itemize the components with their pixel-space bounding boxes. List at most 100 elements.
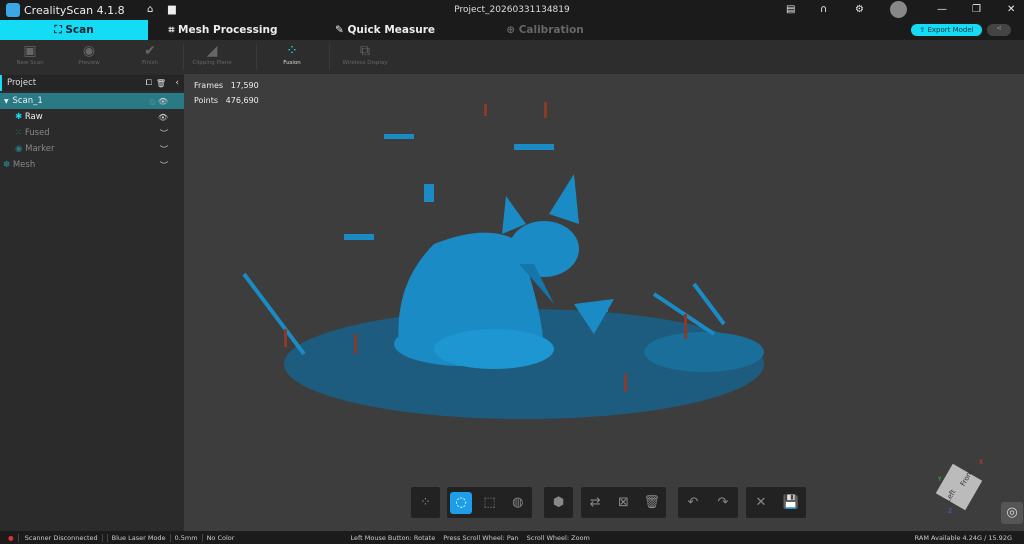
mesh-icon: ✽	[3, 160, 13, 170]
eye-icon[interactable]: 👁	[158, 113, 168, 122]
import-icon[interactable]: ⧠	[146, 78, 152, 88]
project-title: Project_20260331134819	[454, 5, 570, 15]
tree-item-fused[interactable]: ⁙ Fused ︶	[0, 125, 184, 141]
label: Fusion	[283, 60, 301, 66]
close-icon: ✕	[755, 495, 767, 510]
label: Preview	[78, 60, 100, 66]
share-icon: ⋖	[996, 24, 1002, 32]
plane-cut-button[interactable]: ⬢	[548, 492, 570, 514]
point-size-button[interactable]: ⁘	[415, 492, 437, 514]
label: Finish	[142, 60, 158, 66]
clipping-plane-button[interactable]: ◢ Clipping Plane	[182, 42, 242, 72]
invert-icon: ⇄	[589, 495, 601, 510]
wireless-display-button[interactable]: ⧉ Wireless Display	[335, 42, 395, 72]
play-icon[interactable]: ◎	[149, 97, 156, 106]
new-file-icon: ▣	[23, 43, 37, 59]
fusion-button[interactable]: ⁘ Fusion	[262, 42, 322, 72]
save-icon: 💾	[782, 495, 800, 510]
lasso-icon: ◌	[455, 495, 467, 510]
close-button[interactable]: ✕	[1007, 4, 1015, 15]
view-cube[interactable]: Front Left X Y Z	[935, 459, 984, 515]
project-header: Project ⧠ 🗑 ‹	[0, 75, 184, 91]
folder-icon[interactable]: ▆	[168, 4, 176, 15]
label: New Scan	[16, 60, 44, 66]
label: Wireless Display	[342, 60, 388, 66]
frames-value: 17,590	[230, 81, 259, 90]
plane-icon: ⬢	[552, 495, 565, 510]
target-icon: ⊕	[506, 24, 519, 36]
home-icon[interactable]: ⌂	[147, 4, 153, 15]
marker-icon: ◉	[15, 144, 26, 154]
z-axis-label: Z	[948, 508, 953, 515]
hint-pan: Press Scroll Wheel: Pan	[443, 533, 519, 542]
ruler-icon: ✎	[334, 24, 348, 36]
tree-item-scan-1[interactable]: ▼ Scan_1 ◎ 👁	[0, 93, 184, 109]
rect-select-button[interactable]: ⬚	[478, 492, 500, 514]
lasso-select-button[interactable]: ◌	[450, 491, 473, 514]
clear-icon: ⊠	[618, 495, 629, 510]
trash-icon[interactable]: 🗑	[156, 79, 166, 88]
invert-selection-button[interactable]: ⇄	[584, 492, 606, 514]
eraser-icon: ◢	[206, 43, 218, 59]
eye-icon[interactable]: 👁	[158, 97, 168, 106]
tab-calibration[interactable]: ⊕ Calibration	[470, 20, 620, 40]
tool-group-history: ↶ ↷	[678, 487, 738, 518]
eye-closed-icon[interactable]: ︶	[160, 144, 168, 155]
project-sidebar: Project ⧠ 🗑 ‹ ▼ Scan_1 ◎ 👁 ✱ Raw 👁 ⁙ Fused ︶…	[0, 74, 184, 531]
eye-closed-icon[interactable]: ︶	[160, 160, 168, 171]
export-label: Export Model	[927, 26, 974, 34]
tool-group-apply: ✕ 💾	[746, 487, 806, 518]
gear-icon[interactable]: ⚙	[855, 4, 864, 15]
item-label: Mesh	[12, 160, 36, 170]
check-icon: ✔	[144, 43, 156, 59]
y-axis-label: Y	[938, 476, 942, 483]
tool-group-points: ⁘	[411, 487, 440, 518]
export-model-button[interactable]: ⇪ Export Model	[911, 24, 982, 36]
tab-label: Scan	[65, 24, 94, 36]
smart-select-button[interactable]: ◍	[507, 492, 529, 514]
tab-label: Calibration	[518, 24, 584, 36]
screens-icon: ⧉	[360, 43, 370, 59]
collapse-chevron-icon[interactable]: ‹	[175, 78, 179, 88]
redo-button[interactable]: ↷	[712, 492, 734, 514]
title-bar: CrealityScan 4.1.8 ⌂ ▆ Project_202603311…	[0, 0, 1024, 20]
share-button[interactable]: ⋖	[987, 24, 1011, 36]
3d-viewport[interactable]: Frames 17,590 Points 476,690 Front Left …	[184, 74, 1024, 531]
tool-group-select: ◌ ⬚ ◍	[447, 487, 532, 518]
tree-item-raw[interactable]: ✱ Raw 👁	[0, 109, 184, 125]
scan-point-cloud	[242, 102, 764, 419]
minimize-button[interactable]: —	[937, 4, 947, 15]
support-icon[interactable]: ∩	[820, 4, 827, 15]
eye-closed-icon[interactable]: ︶	[160, 128, 168, 139]
scan-toolbar: ▣ New Scan ◉ Preview ✔ Finish ◢ Clipping Pla…	[0, 40, 1024, 74]
tab-quick-measure[interactable]: ✎ Quick Measure	[310, 20, 460, 40]
new-scan-button[interactable]: ▣ New Scan	[0, 42, 60, 72]
save-button[interactable]: 💾	[780, 492, 802, 514]
laser-mode: Blue Laser Mode	[108, 533, 171, 542]
avatar[interactable]	[890, 1, 907, 18]
cancel-button[interactable]: ✕	[750, 492, 772, 514]
cube-face	[935, 463, 983, 511]
fusion-icon: ⁘	[286, 43, 298, 59]
status-bar: ● Scanner Disconnected Blue Laser Mode 0…	[0, 531, 1024, 544]
preview-button[interactable]: ◉ Preview	[59, 42, 119, 72]
notes-icon[interactable]: ▤	[786, 4, 795, 15]
caret-down-icon: ▼	[4, 97, 13, 105]
finish-button[interactable]: ✔ Finish	[120, 42, 180, 72]
recenter-button[interactable]: ◎	[1001, 502, 1023, 524]
redo-icon: ↷	[717, 495, 729, 510]
tree-item-mesh[interactable]: ✽ Mesh ︶	[0, 157, 184, 173]
maximize-button[interactable]: ❐	[972, 4, 981, 15]
tab-mesh-processing[interactable]: ⌗ Mesh Processing	[148, 20, 298, 40]
tree-item-marker[interactable]: ◉ Marker ︶	[0, 141, 184, 157]
undo-icon: ↶	[687, 495, 699, 510]
mode-tabs: ⛶ Scan ⌗ Mesh Processing ✎ Quick Measure…	[0, 20, 1024, 40]
delete-selection-button[interactable]: 🗑	[641, 492, 663, 514]
tab-scan[interactable]: ⛶ Scan	[0, 20, 148, 40]
item-label: Fused	[24, 128, 50, 138]
tool-group-plane: ⬢	[544, 487, 573, 518]
hint-zoom: Scroll Wheel: Zoom	[526, 533, 590, 542]
hint-rotate: Left Mouse Button: Rotate	[350, 533, 436, 542]
undo-button[interactable]: ↶	[682, 492, 704, 514]
clear-selection-button[interactable]: ⊠	[612, 492, 634, 514]
